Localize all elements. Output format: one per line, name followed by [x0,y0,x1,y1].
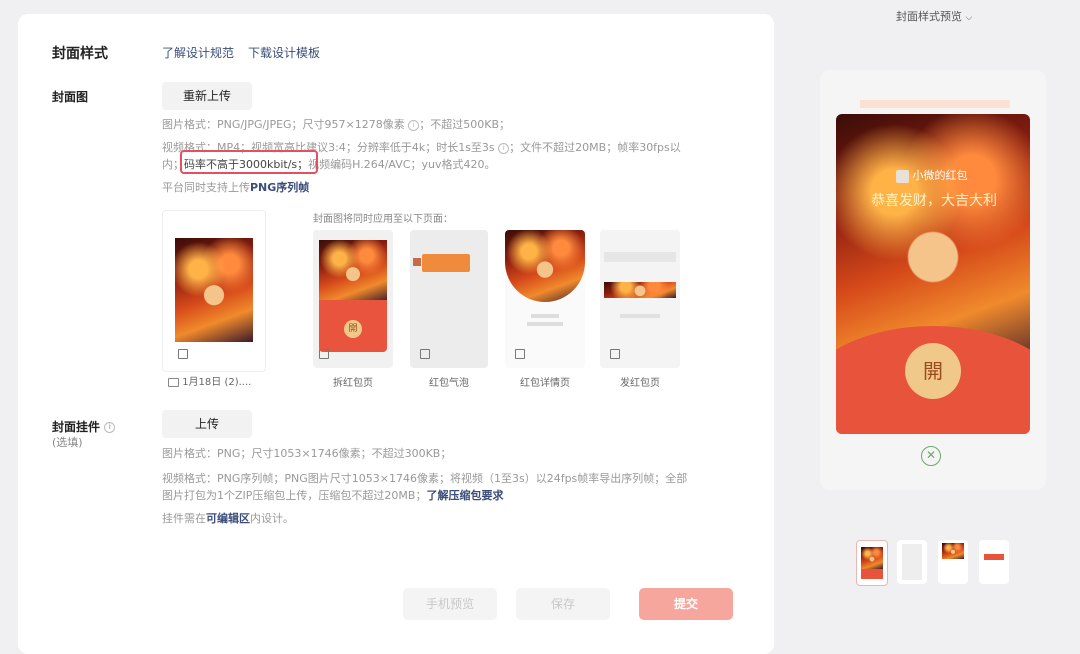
page-card-bubble[interactable] [410,230,488,368]
mini-thumb-send[interactable] [979,540,1009,584]
uploaded-cover-card[interactable] [162,210,266,372]
info-icon[interactable]: i [408,119,420,131]
chevron-down-icon: ⌵ [965,13,973,23]
file-name: 1月18日 (2).... [168,373,251,388]
zip-requirements-link[interactable]: 了解压缩包要求 [426,489,503,502]
open-button[interactable]: 開 [905,343,961,399]
greeting-text: 恭喜发财，大吉大利 [871,193,997,209]
page-caption: 红包气泡 [429,378,469,389]
open-icon: 開 [344,320,362,338]
page-caption: 拆红包页 [333,378,373,389]
submit-button[interactable]: 提交 [639,588,733,620]
info-icon[interactable]: i [104,422,116,433]
page-card-open[interactable]: 開 [313,230,393,368]
optional-hint: (选填) [52,436,83,449]
page-card-send[interactable] [600,230,680,368]
mini-thumb-detail[interactable] [938,540,968,584]
mini-thumb-open[interactable] [856,540,888,586]
download-template-link[interactable]: 下载设计模板 [248,44,320,61]
pendant-label: 封面挂件 i [52,418,116,435]
edit-icon[interactable] [515,349,525,359]
sender-name: 小微的红包 [896,167,968,183]
pendant-help-text: 图片格式：PNG；尺寸1053×1746像素；不超过300KB； 视频格式：PN… [162,447,688,525]
mini-thumb-bubble[interactable] [897,540,927,584]
cover-label: 封面图 [52,90,89,104]
info-icon[interactable]: i [498,142,510,154]
png-sequence-link[interactable]: PNG序列帧 [250,181,309,194]
page-caption: 发红包页 [620,378,660,389]
upload-button[interactable]: 上传 [162,410,252,438]
edit-icon[interactable] [420,349,430,359]
video-icon [168,377,179,387]
reupload-button[interactable]: 重新上传 [162,82,252,110]
page-caption: 红包详情页 [520,378,570,389]
highlight-box [180,150,318,174]
phone-preview-button[interactable]: 手机预览 [403,588,497,620]
edit-icon[interactable] [319,349,329,359]
editable-area-link[interactable]: 可编辑区 [206,512,250,525]
design-guide-link[interactable]: 了解设计规范 [162,44,234,61]
save-button[interactable]: 保存 [516,588,610,620]
preview-toggle[interactable]: 封面样式预览 ⌵ [896,8,972,24]
backdrop-strip [860,100,1010,108]
avatar [896,169,909,183]
page-card-detail[interactable] [505,230,585,368]
close-icon[interactable]: ✕ [921,446,941,466]
edit-icon[interactable] [178,349,188,359]
edit-icon[interactable] [610,349,620,359]
section-title: 封面样式 [52,46,108,62]
uploaded-cover-image [175,238,253,342]
applied-hint: 封面图将同时应用至以下页面： [313,214,453,225]
